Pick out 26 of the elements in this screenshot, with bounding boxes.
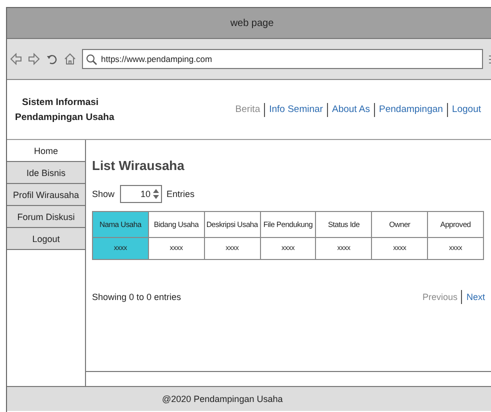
site-title: Sistem Informasi	[21, 96, 100, 108]
sidebar-item[interactable]: Forum Diskusi	[7, 206, 85, 228]
nav-link[interactable]: Berita	[231, 102, 266, 116]
forward-arrow-icon[interactable]	[28, 53, 40, 65]
nav-link[interactable]: Pendampingan	[375, 102, 448, 116]
footer-text: @2020 Pendampingan Usaha	[162, 394, 283, 404]
nav-link[interactable]: About As	[328, 102, 376, 116]
back-arrow-icon[interactable]	[10, 53, 22, 65]
search-icon	[86, 54, 97, 64]
nav-link[interactable]: Info Seminar	[265, 102, 328, 116]
home-icon[interactable]	[64, 53, 76, 65]
address-bar[interactable]: https://www.pendamping.com	[82, 49, 483, 69]
entries-info: Showing 0 to 0 entries	[92, 292, 182, 302]
entries-label: Entries	[166, 189, 195, 199]
window-title: web page	[230, 18, 274, 28]
pagination-link[interactable]: Next	[462, 290, 489, 304]
entries-spinner[interactable]: 10	[120, 185, 162, 203]
spinner-arrows-icon[interactable]	[152, 189, 159, 199]
show-label: Show	[92, 189, 115, 199]
reload-icon[interactable]	[46, 53, 58, 65]
sidebar-item[interactable]: Ide Bisnis	[7, 162, 85, 184]
sidebar-item[interactable]: Profil Wirausaha	[7, 184, 85, 206]
page-heading: List Wirausaha	[92, 158, 184, 173]
site-title: Pendampingan Usaha	[15, 112, 114, 122]
sidebar-item[interactable]: Logout	[7, 228, 85, 250]
nav-link[interactable]: Logout	[448, 102, 485, 116]
